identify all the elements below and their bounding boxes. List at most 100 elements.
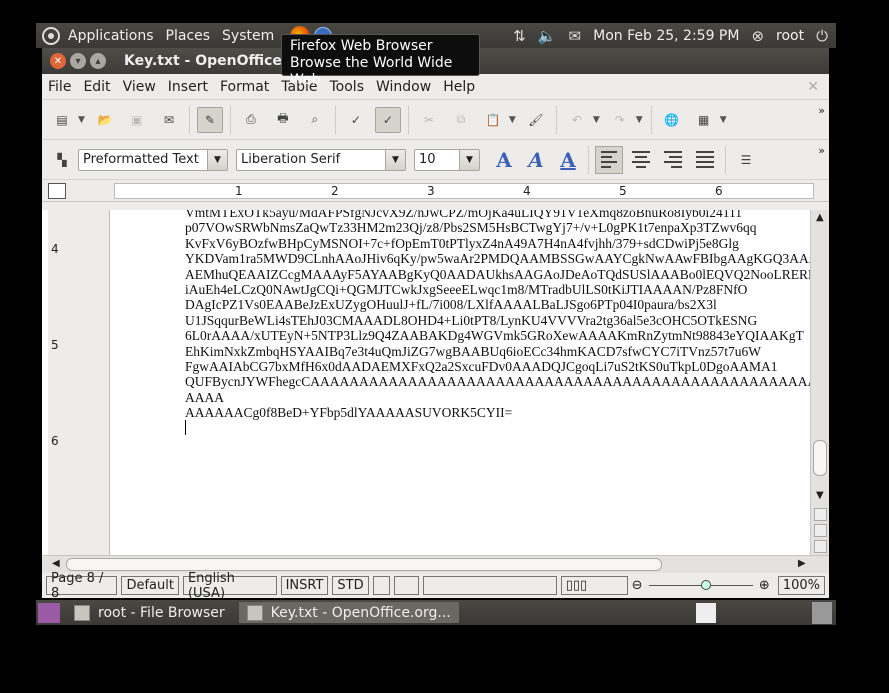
vertical-scrollbar[interactable]: ▲ ▼ [810,210,829,555]
view-layout-icons[interactable]: ▯▯▯ [560,576,628,595]
zoom-slider-knob[interactable] [700,580,711,590]
minimize-window-button[interactable]: ▾ [70,53,86,69]
applications-menu[interactable]: Applications [68,28,154,44]
justify-icon[interactable] [691,146,719,174]
italic-icon[interactable]: A [523,148,549,172]
language-indicator[interactable]: English (USA) [182,571,277,601]
menu-view[interactable]: View [123,79,156,95]
print-icon[interactable]: 🖶 [270,107,296,133]
redo-dropdown-icon[interactable]: ▼ [636,115,643,125]
places-menu[interactable]: Places [166,28,211,44]
tab-stop-selector-icon[interactable] [48,182,66,199]
scroll-up-icon[interactable]: ▲ [816,212,824,223]
page-indicator[interactable]: Page 8 / 8 [46,571,118,601]
zoom-level[interactable]: 100% [777,576,825,595]
scroll-left-icon[interactable]: ◀ [52,558,60,569]
horizontal-ruler[interactable]: 1 2 3 4 5 6 [114,182,814,199]
styles-formatting-icon[interactable]: ▚ [49,147,75,173]
menu-file[interactable]: File [48,79,71,95]
edit-file-icon[interactable]: ✎ [196,106,223,133]
align-left-icon[interactable] [595,145,623,174]
standard-toolbar: ▤ ▼ 📂 ▣ ✉ ✎ ⎙ 🖶 ⌕ ✓ ✓ ✂ ⧉ 📋 ▼ 🖌 ↶ ▼ ↷ ▼ 🌐 ▦ ▼… [42,100,829,140]
menu-insert[interactable]: Insert [168,79,208,95]
close-window-button[interactable]: ✕ [50,53,66,69]
info-field [423,576,557,595]
new-dropdown-icon[interactable]: ▼ [78,115,85,125]
taskbar-item-openoffice[interactable]: Key.txt - OpenOffice.org... [238,602,459,623]
text-line: AAAA [185,389,224,405]
clone-formatting-icon[interactable]: 🖌 [523,107,549,133]
chevron-down-icon[interactable]: ▼ [385,149,405,170]
taskbar-item-file-browser[interactable]: root - File Browser [66,602,233,623]
vertical-ruler[interactable]: 4 5 6 [48,210,66,555]
navigator-icon[interactable] [814,524,827,537]
network-icon[interactable]: ⇅ [513,27,526,45]
horizontal-scroll-thumb[interactable] [66,558,662,571]
system-menu[interactable]: System [222,28,274,44]
writer-window: ✕ ▾ ▴ Key.txt - OpenOffice. File Edit Vi… [42,48,829,601]
font-size-select[interactable]: 10 ▼ [414,148,480,171]
scroll-right-icon[interactable]: ▶ [798,558,806,569]
vertical-scroll-thumb[interactable] [813,440,827,476]
chevron-down-icon[interactable]: ▼ [459,149,479,170]
underline-icon[interactable]: A [555,148,581,172]
hyperlink-icon[interactable]: 🌐 [659,107,685,133]
mail-icon[interactable]: ✉ [569,27,582,45]
table-icon[interactable]: ▦ [691,107,717,133]
horizontal-scrollbar[interactable]: ◀ ▶ [42,555,829,573]
undo-icon[interactable]: ↶ [564,107,590,133]
zoom-slider[interactable] [648,580,753,590]
clock[interactable]: Mon Feb 25, 2:59 PM [593,28,739,44]
text-cursor-line [185,420,186,436]
trash-icon[interactable] [812,601,832,624]
toolbar-overflow-icon[interactable]: » [818,104,825,117]
document-text[interactable]: VmtMTExOTk5ayu/MdAFPSfgNJcvX9Z/nJwCPZ/mO… [185,210,810,555]
save-icon[interactable]: ▣ [124,107,150,133]
align-right-icon[interactable] [659,146,687,174]
format-toolbar-overflow-icon[interactable]: » [818,144,825,157]
tooltip-title: Firefox Web Browser [290,38,433,54]
undo-dropdown-icon[interactable]: ▼ [593,115,600,125]
paste-icon[interactable]: 📋 [480,107,506,133]
paste-dropdown-icon[interactable]: ▼ [509,115,516,125]
bold-icon[interactable]: A [491,148,517,172]
ubuntu-logo-icon[interactable] [42,26,60,45]
zoom-out-icon[interactable]: ⊖ [632,578,643,593]
new-document-icon[interactable]: ▤ [49,107,75,133]
zoom-in-icon[interactable]: ⊕ [759,578,770,593]
font-name-value: Liberation Serif [241,152,341,167]
align-center-icon[interactable] [627,146,655,174]
close-document-icon[interactable]: ✕ [807,79,819,95]
table-dropdown-icon[interactable]: ▼ [720,115,727,125]
show-desktop-icon[interactable] [38,602,60,623]
autospellcheck-icon[interactable]: ✓ [374,106,401,133]
workspace-switcher[interactable] [696,602,716,623]
power-icon[interactable]: ⏻ [816,27,828,45]
page-style[interactable]: Default [121,576,179,595]
chevron-down-icon[interactable]: ▼ [207,149,227,170]
font-name-select[interactable]: Liberation Serif ▼ [236,148,406,171]
maximize-window-button[interactable]: ▴ [90,53,106,69]
menu-edit[interactable]: Edit [83,79,110,95]
print-preview-icon[interactable]: ⌕ [302,107,328,133]
spellcheck-icon[interactable]: ✓ [343,107,369,133]
menu-format[interactable]: Format [220,79,269,95]
open-folder-icon[interactable]: 📂 [92,107,118,133]
numbering-icon[interactable]: ☰ [733,147,759,173]
insert-mode[interactable]: INSRT [280,576,329,595]
taskbar-label: Key.txt - OpenOffice.org... [270,604,451,621]
volume-icon[interactable]: 🔈 [538,27,557,45]
previous-page-icon[interactable] [814,508,827,521]
redo-icon[interactable]: ↷ [607,107,633,133]
copy-icon[interactable]: ⧉ [448,107,474,133]
user-menu[interactable]: root [776,28,804,44]
export-pdf-icon[interactable]: ⎙ [238,107,264,133]
email-document-icon[interactable]: ✉ [156,107,182,133]
text-line: AEMhuQEAAIZCcgMAAAyF5AYAABgKyQ0AADAUkhsA… [185,266,810,282]
paragraph-style-select[interactable]: Preformatted Text ▼ [78,148,228,171]
selection-mode[interactable]: STD [332,576,369,595]
cut-icon[interactable]: ✂ [416,107,442,133]
next-page-icon[interactable] [814,540,827,553]
scroll-down-icon[interactable]: ▼ [816,490,824,501]
text-line: KvFxV6yBOzfwBHpCyMSNOI+7c+fOpEmT0tPTlyxZ… [185,235,739,251]
